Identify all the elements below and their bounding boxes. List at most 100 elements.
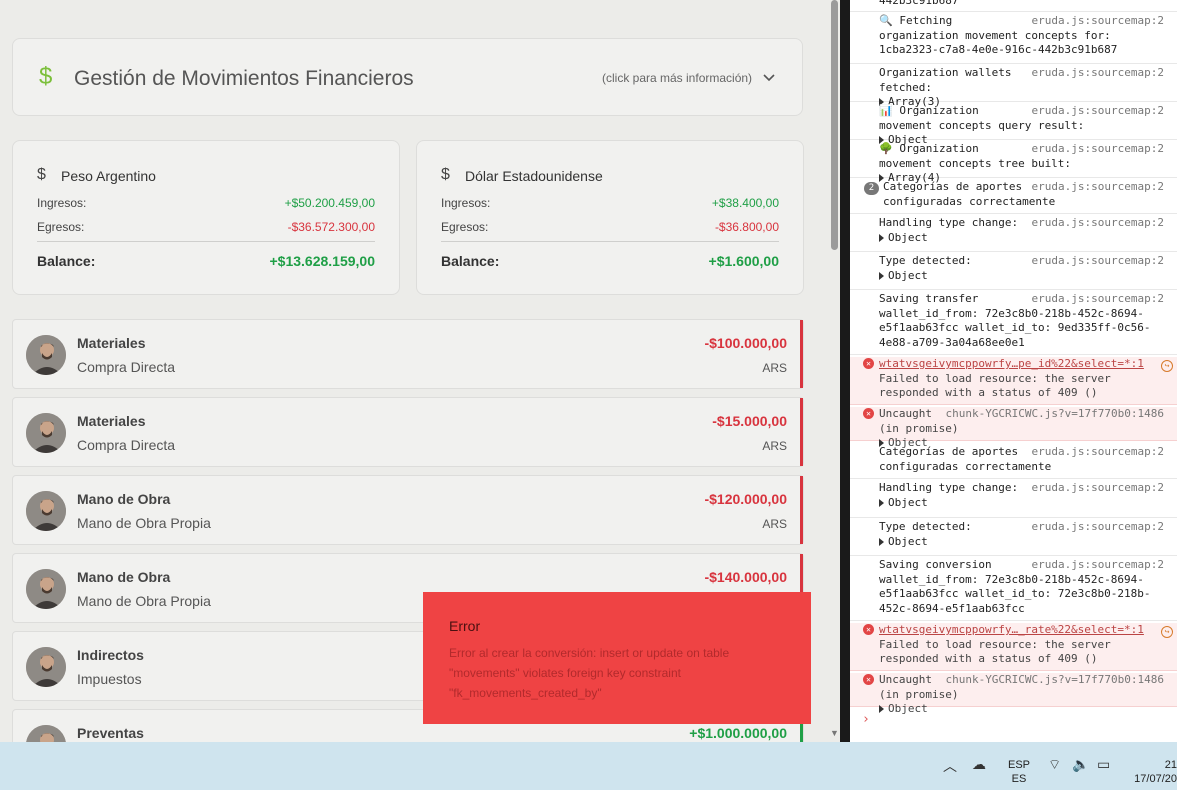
log-source-link[interactable]: eruda.js:sourcemap:2	[1032, 142, 1164, 155]
avatar	[26, 491, 66, 531]
wifi-icon[interactable]: ⌔	[1048, 756, 1061, 774]
log-source-link[interactable]: eruda.js:sourcemap:2	[1032, 481, 1164, 494]
log-source-link[interactable]: eruda.js:sourcemap:2	[1032, 216, 1164, 229]
expand-triangle-icon	[879, 233, 884, 242]
devtools-divider[interactable]	[840, 0, 850, 742]
more-info-hint[interactable]: (click para más información)	[602, 71, 752, 85]
log-message: Failed to load resource: the server resp…	[879, 637, 1111, 666]
movements-header-card[interactable]: $ Gestión de Movimientos Financieros (cl…	[12, 38, 803, 116]
log-source-link[interactable]: eruda.js:sourcemap:2	[1032, 104, 1164, 117]
scrollbar-thumb[interactable]	[831, 0, 838, 250]
expand-triangle-icon	[879, 498, 884, 507]
console-log-entry[interactable]: 442b3c91b687	[850, 0, 1177, 12]
console-log-entry[interactable]: eruda.js:sourcemap:2 🔍 Fetching organizat…	[850, 14, 1177, 64]
error-x-icon: ✕	[863, 674, 874, 685]
divider	[37, 241, 375, 242]
clock[interactable]: 21 17/07/20	[1130, 758, 1177, 786]
dollar-icon: $	[39, 63, 53, 90]
console-error-entry[interactable]: ✕ wtatvsgeivymcppowrfy…pe_id%22&select=*:…	[850, 357, 1177, 405]
console-log-entry[interactable]: eruda.js:sourcemap:2 Type detected: Object	[850, 254, 1177, 290]
console-log-entry[interactable]: eruda.js:sourcemap:2 Categorías de aporte…	[850, 445, 1177, 479]
movement-amount: -$15.000,00	[712, 413, 787, 429]
console-log-entry[interactable]: 2 eruda.js:sourcemap:2 Categorías de aport…	[850, 180, 1177, 214]
keyboard-layout: ES	[1011, 773, 1027, 785]
error-x-icon: ✕	[863, 358, 874, 369]
toast-title: Error	[449, 618, 481, 634]
log-object-toggle[interactable]: Object	[879, 702, 1177, 717]
movement-currency: ARS	[762, 361, 787, 375]
log-source-link[interactable]: eruda.js:sourcemap:2	[1032, 14, 1164, 27]
divider	[441, 241, 779, 242]
console-error-entry[interactable]: ✕ chunk-YGCRICWC.js?v=17f770b0:1486 Uncaug…	[850, 673, 1177, 715]
income-value: +$38.400,00	[711, 196, 779, 210]
avatar	[26, 647, 66, 687]
log-object-label: Object	[888, 268, 928, 282]
console-error-entry[interactable]: ✕ chunk-YGCRICWC.js?v=17f770b0:1486 Uncaug…	[850, 407, 1177, 449]
log-source-link[interactable]: chunk-YGCRICWC.js?v=17f770b0:1486	[945, 407, 1164, 420]
movement-type-bar	[800, 398, 803, 466]
failed-request-link[interactable]: wtatvsgeivymcppowrfy…pe_id%22&select=*:1	[879, 357, 1144, 370]
movement-row[interactable]: Materiales Compra Directa -$15.000,00 ARS	[12, 397, 804, 467]
income-label: Ingresos:	[441, 196, 491, 210]
main-scrollbar[interactable]: ▼	[828, 0, 840, 742]
console-prompt[interactable]: ›	[862, 712, 870, 727]
language-code: ESP	[1008, 759, 1031, 771]
language-indicator[interactable]: ESP ES	[1008, 758, 1030, 786]
dollar-icon: $	[441, 166, 450, 183]
balance-value: +$1.600,00	[708, 253, 779, 269]
movement-row[interactable]: Mano de Obra Mano de Obra Propia -$120.000…	[12, 475, 804, 545]
log-source-link[interactable]: chunk-YGCRICWC.js?v=17f770b0:1486	[945, 673, 1164, 686]
movement-subcategory: Compra Directa	[77, 437, 176, 453]
repeat-count-badge: 2	[864, 182, 879, 195]
log-source-link[interactable]: eruda.js:sourcemap:2	[1032, 180, 1164, 193]
log-source-link[interactable]: eruda.js:sourcemap:2	[1032, 292, 1164, 305]
avatar	[26, 725, 66, 742]
expand-triangle-icon	[879, 271, 884, 280]
log-source-link[interactable]: eruda.js:sourcemap:2	[1032, 445, 1164, 458]
log-message: 442b3c91b687	[879, 0, 959, 7]
onedrive-cloud-icon[interactable]: ☁	[972, 756, 986, 773]
console-log-entry[interactable]: eruda.js:sourcemap:2 Saving conversion wa…	[850, 558, 1177, 621]
log-source-link[interactable]: eruda.js:sourcemap:2	[1032, 254, 1164, 267]
log-object-toggle[interactable]: Object	[879, 231, 1177, 246]
scroll-down-arrow-icon[interactable]: ▼	[830, 728, 839, 738]
battery-icon[interactable]: ▭	[1097, 756, 1110, 773]
avatar	[26, 413, 66, 453]
console-log-entry[interactable]: eruda.js:sourcemap:2 📊 Organization movem…	[850, 104, 1177, 146]
page-title: Gestión de Movimientos Financieros	[74, 67, 414, 90]
expense-value: -$36.572.300,00	[287, 220, 375, 234]
error-toast[interactable]: Error Error al crear la conversión: inse…	[423, 592, 811, 724]
log-source-link[interactable]: eruda.js:sourcemap:2	[1032, 520, 1164, 533]
dollar-icon: $	[37, 166, 46, 183]
console-error-entry[interactable]: ✕ wtatvsgeivymcppowrfy…_rate%22&select=*:…	[850, 623, 1177, 671]
clock-date: 17/07/20	[1134, 773, 1177, 785]
movement-amount: -$140.000,00	[704, 569, 787, 585]
movement-currency: ARS	[762, 439, 787, 453]
log-object-toggle[interactable]: Object	[879, 269, 1177, 284]
chevron-up-icon[interactable]: ︿	[943, 756, 957, 776]
speaker-icon[interactable]: 🔈	[1072, 756, 1089, 773]
failed-request-link[interactable]: wtatvsgeivymcppowrfy…_rate%22&select=*:1	[879, 623, 1144, 636]
open-network-icon[interactable]: ↪	[1161, 360, 1173, 372]
movement-category: Indirectos	[77, 647, 144, 663]
log-object-label: Object	[888, 230, 928, 244]
console-log-entry[interactable]: eruda.js:sourcemap:2 Handling type change…	[850, 216, 1177, 252]
console-log-entry[interactable]: eruda.js:sourcemap:2 Saving transfer wall…	[850, 292, 1177, 355]
open-network-icon[interactable]: ↪	[1161, 626, 1173, 638]
log-object-toggle[interactable]: Object	[879, 496, 1177, 511]
error-x-icon: ✕	[863, 624, 874, 635]
console-log-entry[interactable]: eruda.js:sourcemap:2 🌳 Organization movem…	[850, 142, 1177, 184]
movement-subcategory: Mano de Obra Propia	[77, 515, 211, 531]
movement-row[interactable]: Materiales Compra Directa -$100.000,00 ARS	[12, 319, 804, 389]
income-value: +$50.200.459,00	[284, 196, 375, 210]
console-log-entry[interactable]: eruda.js:sourcemap:2 Organization wallets…	[850, 66, 1177, 108]
console-log-entry[interactable]: eruda.js:sourcemap:2 Type detected: Object	[850, 520, 1177, 556]
log-object-toggle[interactable]: Object	[879, 535, 1177, 550]
log-source-link[interactable]: eruda.js:sourcemap:2	[1032, 558, 1164, 571]
console-log-entry[interactable]: eruda.js:sourcemap:2 Handling type change…	[850, 481, 1177, 518]
log-source-link[interactable]: eruda.js:sourcemap:2	[1032, 66, 1164, 79]
windows-taskbar: ︿ ☁ ESP ES ⌔ 🔈 ▭ 21 17/07/20	[0, 742, 1177, 790]
log-object-label: Object	[888, 534, 928, 548]
income-label: Ingresos:	[37, 196, 87, 210]
chevron-down-icon[interactable]	[761, 69, 777, 85]
